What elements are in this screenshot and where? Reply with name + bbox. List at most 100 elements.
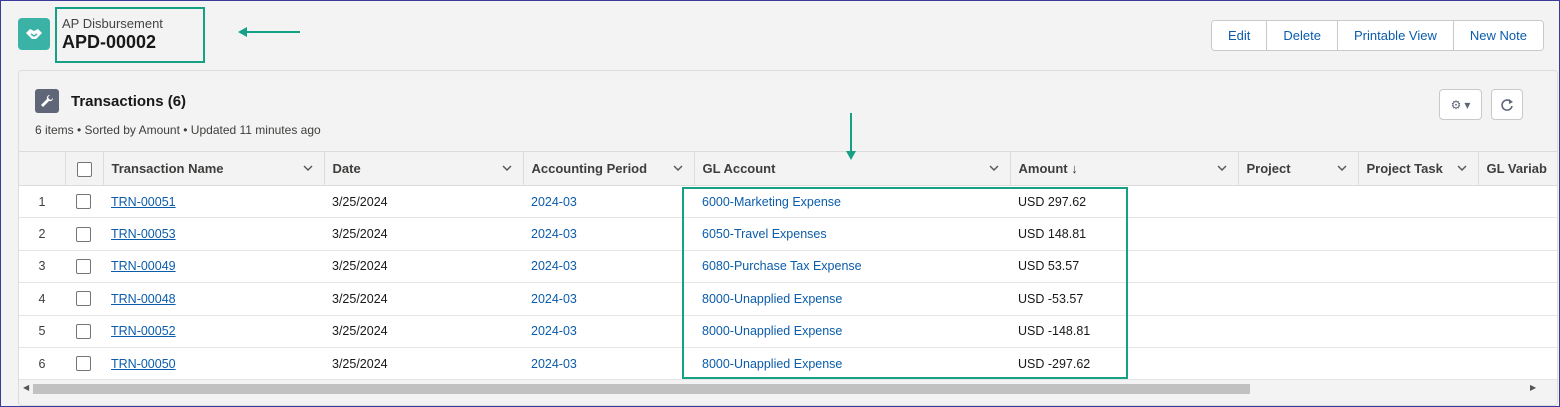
transaction-name-cell: TRN-00053 [103,217,324,251]
project-task-cell [1358,185,1478,219]
transaction-link[interactable]: TRN-00049 [111,259,176,273]
printable-view-button[interactable]: Printable View [1337,21,1454,50]
column-label: Accounting Period [531,161,648,176]
transaction-name-cell: TRN-00051 [103,185,324,219]
transaction-link[interactable]: TRN-00052 [111,324,176,338]
period-link[interactable]: 2024-03 [531,292,577,306]
project-cell [1238,347,1358,381]
chevron-down-icon[interactable] [1336,162,1348,174]
chevron-down-icon[interactable] [302,162,314,174]
new-note-button[interactable]: New Note [1453,21,1543,50]
gl-account-link[interactable]: 8000-Unapplied Expense [702,357,842,371]
transaction-link[interactable]: TRN-00050 [111,357,176,371]
column-header-transaction-name[interactable]: Transaction Name [103,151,325,186]
card-header: Transactions (6) 6 items • Sorted by Amo… [19,71,1557,151]
annotation-arrow-left-icon [238,27,300,37]
chevron-down-icon[interactable] [1216,162,1228,174]
transaction-link[interactable]: TRN-00051 [111,195,176,209]
gl-account-cell: 6050-Travel Expenses [694,217,1010,251]
transaction-link[interactable]: TRN-00048 [111,292,176,306]
row-number: 2 [19,217,65,251]
chevron-down-icon[interactable] [501,162,513,174]
gl-variable-cell [1478,185,1557,219]
gl-account-link[interactable]: 6050-Travel Expenses [702,227,827,241]
select-all-header [65,151,104,186]
date-cell: 3/25/2024 [324,315,523,348]
column-header-amount[interactable]: Amount ↓ [1010,151,1239,186]
gear-icon: ⚙ [1450,97,1462,112]
period-link[interactable]: 2024-03 [531,195,577,209]
table-row: 3 TRN-00049 3/25/2024 2024-03 6080-Purch… [19,250,1557,284]
annotation-arrow-down-icon [846,113,856,160]
edit-button[interactable]: Edit [1212,21,1268,50]
column-header-date[interactable]: Date [324,151,524,186]
transactions-related-list: Transactions (6) 6 items • Sorted by Amo… [18,70,1558,406]
column-header-project[interactable]: Project [1238,151,1359,186]
row-checkbox[interactable] [76,259,91,275]
project-cell [1238,282,1358,316]
chevron-down-icon[interactable] [988,162,1000,174]
horizontal-scrollbar[interactable]: ◀ ▶ [19,379,1557,395]
row-checkbox[interactable] [76,194,91,210]
amount-cell: USD -297.62 [1010,347,1238,381]
table-row: 2 TRN-00053 3/25/2024 2024-03 6050-Trave… [19,217,1557,251]
gl-account-link[interactable]: 8000-Unapplied Expense [702,292,842,306]
column-label: GL Account [702,161,776,176]
gl-account-cell: 8000-Unapplied Expense [694,282,1010,316]
transaction-link[interactable]: TRN-00053 [111,227,176,241]
project-task-cell [1358,217,1478,251]
wrench-icon [35,89,59,113]
record-action-buttons: Edit Delete Printable View New Note [1211,20,1544,51]
project-task-cell [1358,347,1478,381]
refresh-icon [1501,98,1513,111]
gl-account-link[interactable]: 6080-Purchase Tax Expense [702,259,862,273]
row-number: 1 [19,185,65,219]
row-select-cell [65,250,103,284]
chevron-down-icon[interactable] [1456,162,1468,174]
list-settings-button[interactable]: ⚙ ▾ [1439,89,1482,120]
period-link[interactable]: 2024-03 [531,259,577,273]
period-link[interactable]: 2024-03 [531,227,577,241]
row-checkbox[interactable] [76,291,91,307]
scroll-left-icon[interactable]: ◀ [23,383,29,392]
select-all-checkbox[interactable] [76,161,92,177]
row-checkbox[interactable] [76,356,91,372]
project-cell [1238,217,1358,251]
gl-account-link[interactable]: 6000-Marketing Expense [702,195,841,209]
amount-cell: USD -53.57 [1010,282,1238,316]
row-checkbox[interactable] [76,226,91,242]
column-label: GL Variab [1486,161,1547,176]
period-link[interactable]: 2024-03 [531,357,577,371]
refresh-button[interactable] [1491,89,1523,120]
gl-variable-cell [1478,315,1557,348]
project-cell [1238,185,1358,219]
gl-variable-cell [1478,347,1557,381]
transaction-name-cell: TRN-00049 [103,250,324,284]
handshake-icon [18,18,50,50]
column-header-project-task[interactable]: Project Task [1358,151,1479,186]
date-cell: 3/25/2024 [324,282,523,316]
gl-account-cell: 8000-Unapplied Expense [694,315,1010,348]
transaction-name-cell: TRN-00050 [103,347,324,381]
date-cell: 3/25/2024 [324,347,523,381]
scroll-thumb[interactable] [33,384,1250,394]
gl-account-link[interactable]: 8000-Unapplied Expense [702,324,842,338]
column-header-accounting-period[interactable]: Accounting Period [523,151,695,186]
row-number: 5 [19,315,65,348]
table-header-row: Transaction Name Date Accounting Period … [19,151,1557,186]
transaction-name-cell: TRN-00048 [103,282,324,316]
scroll-right-icon[interactable]: ▶ [1530,383,1536,392]
row-number-header [19,151,66,186]
period-link[interactable]: 2024-03 [531,324,577,338]
gl-account-cell: 8000-Unapplied Expense [694,347,1010,381]
table-row: 6 TRN-00050 3/25/2024 2024-03 8000-Unapp… [19,347,1557,381]
row-checkbox[interactable] [76,323,91,339]
project-task-cell [1358,282,1478,316]
delete-button[interactable]: Delete [1267,21,1338,50]
project-cell [1238,315,1358,348]
table-row: 5 TRN-00052 3/25/2024 2024-03 8000-Unapp… [19,315,1557,348]
column-header-gl-variable[interactable]: GL Variab [1478,151,1557,186]
card-title[interactable]: Transactions (6) [71,93,186,110]
chevron-down-icon[interactable] [672,162,684,174]
project-cell [1238,250,1358,284]
